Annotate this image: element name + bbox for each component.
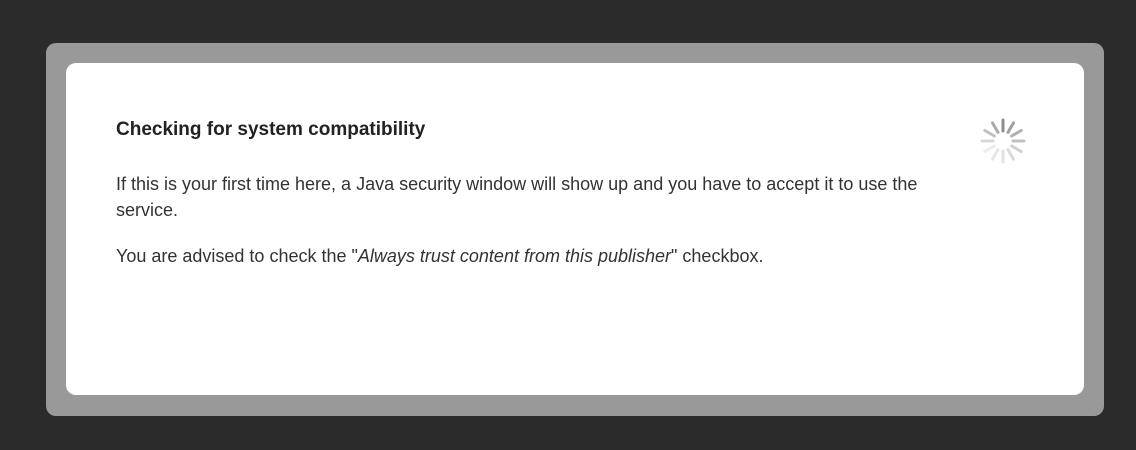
dialog-frame: Checking for system compatibility If thi… xyxy=(46,43,1104,416)
loading-spinner-icon xyxy=(980,118,1026,164)
dialog-body: If this is your first time here, a Java … xyxy=(116,171,956,289)
trust-option-text: Always trust content from this publisher xyxy=(357,246,672,266)
spinner-spoke xyxy=(983,144,996,153)
spinner-spoke xyxy=(991,121,1000,134)
trust-advice-suffix: " checkbox. xyxy=(671,246,764,266)
trust-advice-message: You are advised to check the "Always tru… xyxy=(116,243,956,269)
spinner-spoke xyxy=(983,129,996,138)
spinner-spoke xyxy=(1010,129,1023,138)
spinner-spoke xyxy=(991,148,1000,161)
spinner-spoke xyxy=(1006,148,1015,161)
spinner-spoke xyxy=(1006,121,1015,134)
spinner-spoke xyxy=(1010,144,1023,153)
dialog-panel: Checking for system compatibility If thi… xyxy=(66,63,1084,395)
dialog-title: Checking for system compatibility xyxy=(116,119,426,140)
trust-advice-prefix: You are advised to check the " xyxy=(116,246,358,266)
first-time-message: If this is your first time here, a Java … xyxy=(116,174,918,220)
